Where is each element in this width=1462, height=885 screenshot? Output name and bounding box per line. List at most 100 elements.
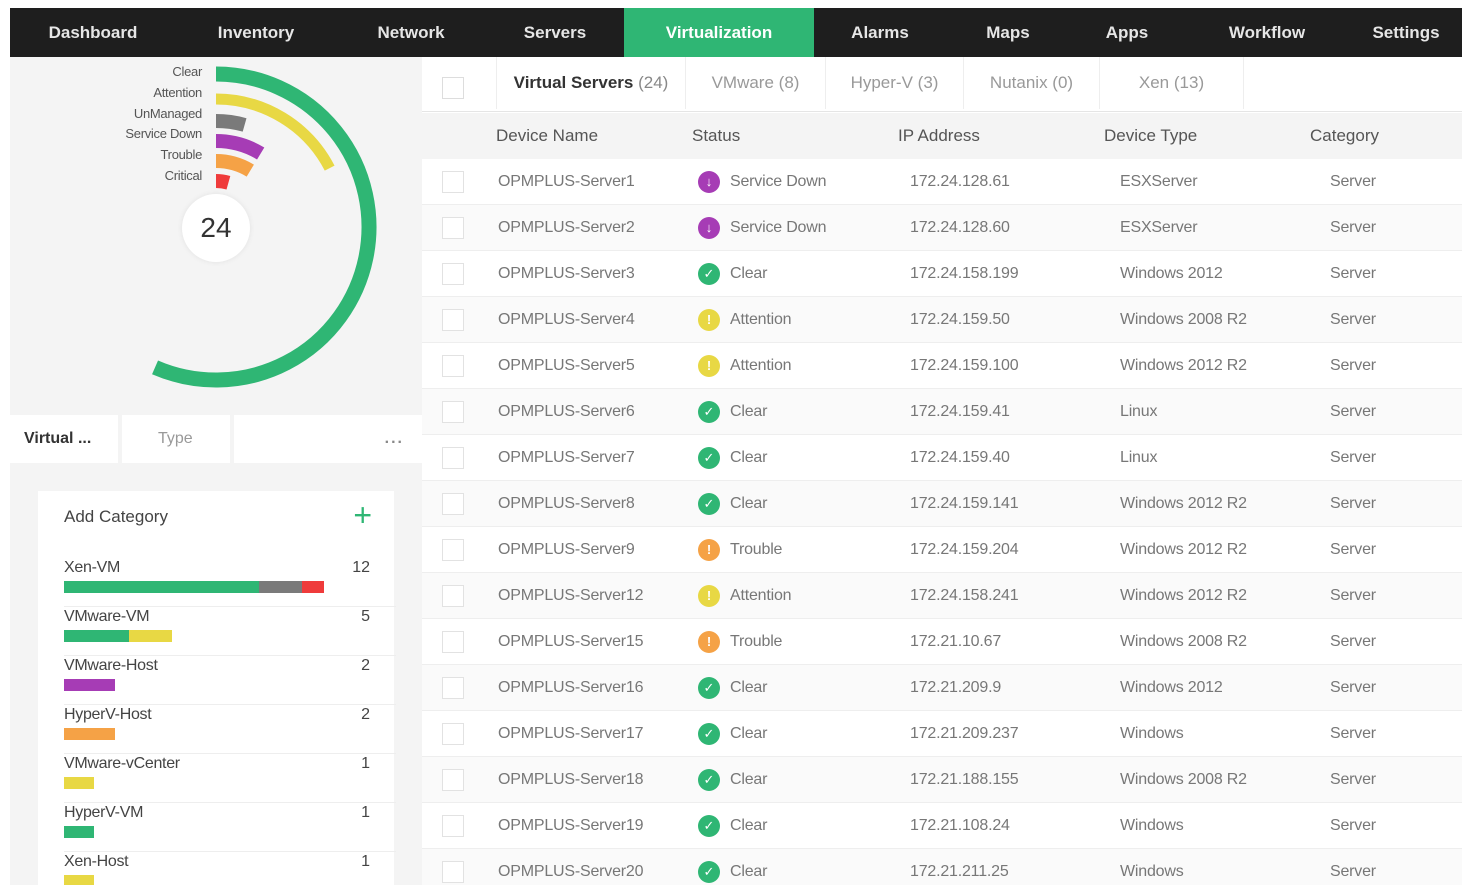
device-name-link[interactable]: OPMPLUS-Server9 [498,527,635,573]
row-checkbox[interactable] [442,631,464,653]
nav-dashboard[interactable]: Dashboard [10,8,176,57]
status-text: Clear [730,679,768,696]
tab-vmware[interactable]: VMware (8) [686,57,826,109]
category-status-bar [64,630,173,642]
arc-unmanaged[interactable] [215,114,247,132]
arc-service-down[interactable] [215,134,265,160]
category-row[interactable]: VMware-vCenter 1 [64,755,396,803]
nav-servers[interactable]: Servers [486,8,624,57]
device-name-link[interactable]: OPMPLUS-Server17 [498,711,643,757]
table-row[interactable]: OPMPLUS-Server19 ✓ Clear 172.21.108.24 Windo… [422,803,1462,849]
legend-attention[interactable]: Attention [153,85,202,100]
row-checkbox[interactable] [442,309,464,331]
row-checkbox[interactable] [442,447,464,469]
row-checkbox[interactable] [442,677,464,699]
legend-critical[interactable]: Critical [165,168,203,183]
table-row[interactable]: OPMPLUS-Server9! Trouble 172.24.159.204 Win… [422,527,1462,573]
category-row[interactable]: VMware-Host 2 [64,657,396,705]
legend-clear[interactable]: Clear [172,64,202,79]
status-text: Service Down [730,173,827,190]
category-row[interactable]: Xen-Host 1 [64,853,370,885]
nav-alarms[interactable]: Alarms [814,8,946,57]
nav-workflow[interactable]: Workflow [1184,8,1350,57]
table-row[interactable]: OPMPLUS-Server18 ✓ Clear 172.21.188.155 Wind… [422,757,1462,803]
device-name-link[interactable]: OPMPLUS-Server6 [498,389,635,435]
arc-critical[interactable] [215,174,231,190]
table-row[interactable]: OPMPLUS-Server20 ✓ Clear 172.21.211.25 Windo… [422,849,1462,885]
trouble-circle-icon: ! [698,539,720,561]
legend-unmanaged[interactable]: UnManaged [134,106,202,121]
table-row[interactable]: OPMPLUS-Server16 ✓ Clear 172.21.209.9 Window… [422,665,1462,711]
legend-service-down[interactable]: Service Down [125,126,202,141]
row-checkbox[interactable] [442,355,464,377]
status-text: Trouble [730,633,783,650]
row-checkbox[interactable] [442,539,464,561]
nav-network[interactable]: Network [336,8,486,57]
col-device-type[interactable]: Device Type [1104,113,1197,159]
row-checkbox[interactable] [442,861,464,883]
col-device-name[interactable]: Device Name [496,113,598,159]
arc-trouble[interactable] [215,154,254,177]
row-checkbox[interactable] [442,585,464,607]
tab-nutanix[interactable]: Nutanix (0) [964,57,1100,109]
tab-hyper-v[interactable]: Hyper-V (3) [826,57,964,109]
more-options-icon[interactable]: ... [234,415,422,463]
device-name-link[interactable]: OPMPLUS-Server12 [498,573,643,619]
device-name-link[interactable]: OPMPLUS-Server2 [498,205,635,251]
table-row[interactable]: OPMPLUS-Server17 ✓ Clear 172.21.209.237 Wind… [422,711,1462,757]
ip-address: 172.21.209.9 [910,679,1002,696]
table-row[interactable]: OPMPLUS-Server7 ✓ Clear 172.24.159.40 Linux S… [422,435,1462,481]
device-name-link[interactable]: OPMPLUS-Server19 [498,803,643,849]
status-segment [129,630,173,642]
row-checkbox[interactable] [442,493,464,515]
nav-inventory[interactable]: Inventory [176,8,336,57]
device-name-link[interactable]: OPMPLUS-Server3 [498,251,635,297]
row-checkbox[interactable] [442,171,464,193]
status-segment [64,630,130,642]
table-row[interactable]: OPMPLUS-Server6 ✓ Clear 172.24.159.41 Linux S… [422,389,1462,435]
category-row[interactable]: HyperV-VM 1 [64,804,396,852]
table-row[interactable]: OPMPLUS-Server8 ✓ Clear 172.24.159.141 Windo… [422,481,1462,527]
legend-trouble[interactable]: Trouble [161,147,203,162]
col-ip-address[interactable]: IP Address [898,113,980,159]
device-name-link[interactable]: OPMPLUS-Server1 [498,159,635,205]
table-row[interactable]: OPMPLUS-Server1 ↓ Service Down 172.24.128.6… [422,159,1462,205]
device-name-link[interactable]: OPMPLUS-Server15 [498,619,643,665]
device-name-link[interactable]: OPMPLUS-Server4 [498,297,635,343]
row-checkbox[interactable] [442,401,464,423]
category-row[interactable]: VMware-VM 5 [64,608,396,656]
table-row[interactable]: OPMPLUS-Server5! Attention 172.24.159.100 W… [422,343,1462,389]
category-row[interactable]: Xen-VM 12 [64,559,396,607]
row-checkbox[interactable] [442,723,464,745]
plus-icon[interactable]: + [353,499,372,531]
nav-maps[interactable]: Maps [946,8,1070,57]
tab-virtual[interactable]: Virtual ... [10,415,118,463]
table-row[interactable]: OPMPLUS-Server15! Trouble 172.21.10.67 Wind… [422,619,1462,665]
row-checkbox[interactable] [442,263,464,285]
nav-apps[interactable]: Apps [1070,8,1184,57]
service-down-icon: ↓ [698,217,720,239]
tab-type[interactable]: Type [122,415,230,463]
device-name-link[interactable]: OPMPLUS-Server18 [498,757,643,803]
tab-virtual-servers[interactable]: Virtual Servers (24) [496,57,686,109]
tab-count: (8) [778,73,800,92]
device-name-link[interactable]: OPMPLUS-Server8 [498,481,635,527]
col-category[interactable]: Category [1310,113,1379,159]
table-row[interactable]: OPMPLUS-Server2 ↓ Service Down 172.24.128.6… [422,205,1462,251]
row-checkbox[interactable] [442,217,464,239]
nav-virtualization[interactable]: Virtualization [624,8,814,57]
col-status[interactable]: Status [692,113,740,159]
row-checkbox[interactable] [442,815,464,837]
tab-xen[interactable]: Xen (13) [1100,57,1244,109]
select-all-checkbox[interactable] [442,77,464,99]
nav-settings[interactable]: Settings [1350,8,1462,57]
category-row[interactable]: HyperV-Host 2 [64,706,396,754]
device-name-link[interactable]: OPMPLUS-Server16 [498,665,643,711]
table-row[interactable]: OPMPLUS-Server4! Attention 172.24.159.50 Wi… [422,297,1462,343]
device-name-link[interactable]: OPMPLUS-Server20 [498,849,643,885]
device-name-link[interactable]: OPMPLUS-Server5 [498,343,635,389]
table-row[interactable]: OPMPLUS-Server12! Attention 172.24.158.241… [422,573,1462,619]
table-row[interactable]: OPMPLUS-Server3 ✓ Clear 172.24.158.199 Windo… [422,251,1462,297]
device-name-link[interactable]: OPMPLUS-Server7 [498,435,635,481]
row-checkbox[interactable] [442,769,464,791]
